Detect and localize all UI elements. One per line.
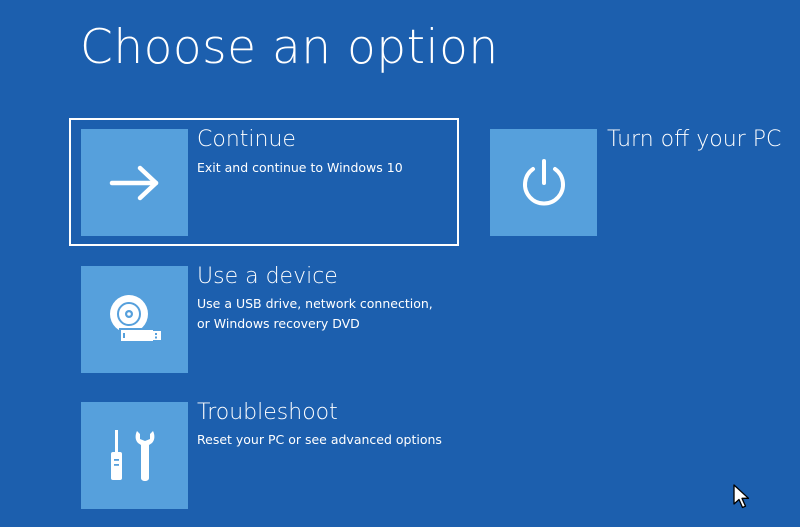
tools-icon xyxy=(110,429,154,481)
page-title: Choose an option xyxy=(80,20,499,75)
recovery-screen: Choose an option Continue Exit and conti… xyxy=(0,0,800,527)
power-icon xyxy=(522,158,565,205)
arrow-right-icon xyxy=(109,165,158,200)
usb-disc-icon xyxy=(109,294,161,342)
use-device-description-line2: or Windows recovery DVD xyxy=(197,316,360,331)
troubleshoot-title: Troubleshoot xyxy=(197,400,338,425)
use-device-description-line1: Use a USB drive, network connection, xyxy=(197,296,433,311)
turn-off-title[interactable]: Turn off your PC xyxy=(607,127,781,152)
continue-title: Continue xyxy=(197,127,296,152)
continue-description: Exit and continue to Windows 10 xyxy=(197,160,403,175)
turn-off-tile[interactable] xyxy=(490,129,597,236)
use-device-title: Use a device xyxy=(197,264,338,289)
continue-tile[interactable] xyxy=(81,129,188,236)
use-device-tile[interactable] xyxy=(81,266,188,373)
mouse-cursor-icon xyxy=(733,484,750,509)
troubleshoot-description: Reset your PC or see advanced options xyxy=(197,432,442,447)
troubleshoot-tile[interactable] xyxy=(81,402,188,509)
